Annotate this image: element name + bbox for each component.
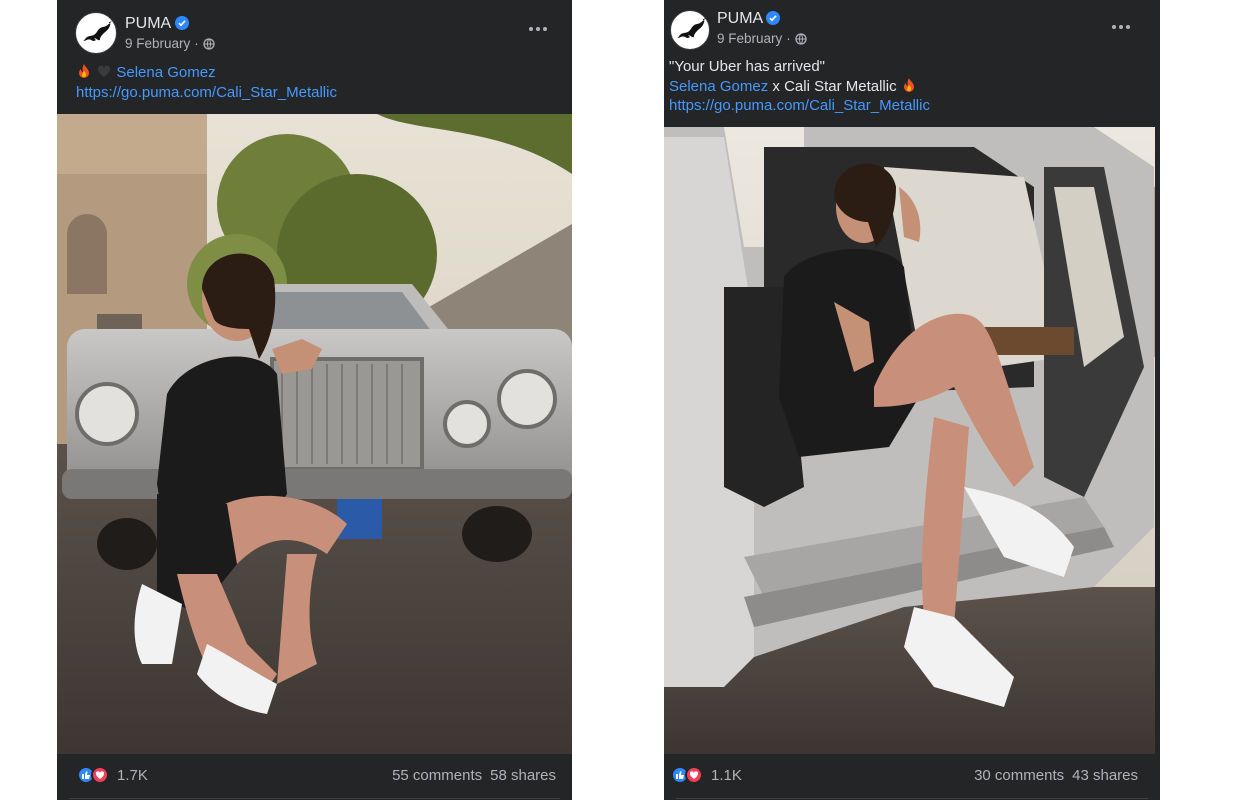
post-meta: 9 February · — [125, 36, 215, 51]
black-heart-emoji — [98, 65, 111, 77]
footer-divider — [69, 798, 560, 799]
mention-link[interactable]: Selena Gomez — [669, 78, 768, 95]
caption-line-1: Selena Gomez — [76, 63, 562, 83]
fire-emoji — [903, 77, 914, 92]
post-stats: 55 comments 58 shares — [392, 767, 556, 784]
globe-icon — [795, 32, 807, 45]
caption-line-2: Selena Gomez x Cali Star Metallic — [669, 77, 1150, 97]
post-date[interactable]: 9 February — [717, 31, 782, 46]
facebook-post-1: PUMA 9 February · Selena Gomez https://g… — [57, 0, 572, 800]
comments-count[interactable]: 55 comments — [392, 767, 482, 784]
puma-logo-icon — [677, 18, 706, 38]
meta-separator: · — [194, 36, 199, 51]
caption-product: x Cali Star Metallic — [768, 77, 897, 95]
puma-logo-icon — [83, 21, 112, 41]
caption-quote: "Your Uber has arrived" — [669, 58, 826, 75]
photo-illustration — [664, 127, 1155, 754]
meta-separator: · — [786, 31, 791, 46]
post-caption: "Your Uber has arrived" Selena Gomez x C… — [669, 57, 1150, 116]
page-name[interactable]: PUMA — [717, 10, 763, 28]
photo-illustration — [57, 114, 572, 754]
product-url-link[interactable]: https://go.puma.com/Cali_Star_Metallic — [669, 97, 930, 114]
post-photo[interactable] — [57, 114, 572, 754]
post-footer: 1.1K 30 comments 43 shares — [664, 754, 1160, 800]
globe-icon — [203, 37, 215, 50]
more-options-icon[interactable] — [1112, 22, 1136, 32]
verified-badge-icon — [175, 16, 189, 30]
post-photo[interactable] — [664, 127, 1155, 754]
post-footer: 1.7K 55 comments 58 shares — [57, 754, 572, 800]
post-meta: 9 February · — [717, 31, 807, 46]
post-header: PUMA 9 February · — [57, 0, 572, 60]
more-options-icon[interactable] — [529, 24, 553, 34]
post-stats: 30 comments 43 shares — [974, 767, 1138, 784]
page-avatar[interactable] — [75, 12, 117, 54]
love-icon — [685, 766, 703, 784]
page-avatar[interactable] — [670, 10, 710, 50]
reactions-count: 1.1K — [711, 766, 742, 784]
reactions-count: 1.7K — [117, 766, 148, 784]
footer-divider — [676, 798, 1148, 799]
comments-count[interactable]: 30 comments — [974, 767, 1064, 784]
fire-emoji — [79, 64, 89, 78]
product-url-link[interactable]: https://go.puma.com/Cali_Star_Metallic — [76, 84, 337, 101]
post-caption: Selena Gomez https://go.puma.com/Cali_St… — [76, 63, 562, 102]
shares-count[interactable]: 43 shares — [1072, 767, 1138, 784]
reactions-summary[interactable]: 1.7K — [77, 766, 148, 784]
post-header: PUMA 9 February · — [664, 0, 1160, 60]
page-name[interactable]: PUMA — [125, 15, 171, 33]
verified-badge-icon — [766, 11, 780, 25]
reactions-summary[interactable]: 1.1K — [671, 766, 742, 784]
caption-line-2: https://go.puma.com/Cali_Star_Metallic — [76, 83, 562, 103]
mention-link[interactable]: Selena Gomez — [116, 64, 215, 81]
caption-line-3: https://go.puma.com/Cali_Star_Metallic — [669, 96, 1150, 116]
facebook-post-2: PUMA 9 February · "Your Uber has arrived… — [664, 0, 1160, 800]
shares-count[interactable]: 58 shares — [490, 767, 556, 784]
love-icon — [91, 766, 109, 784]
post-date[interactable]: 9 February — [125, 36, 190, 51]
